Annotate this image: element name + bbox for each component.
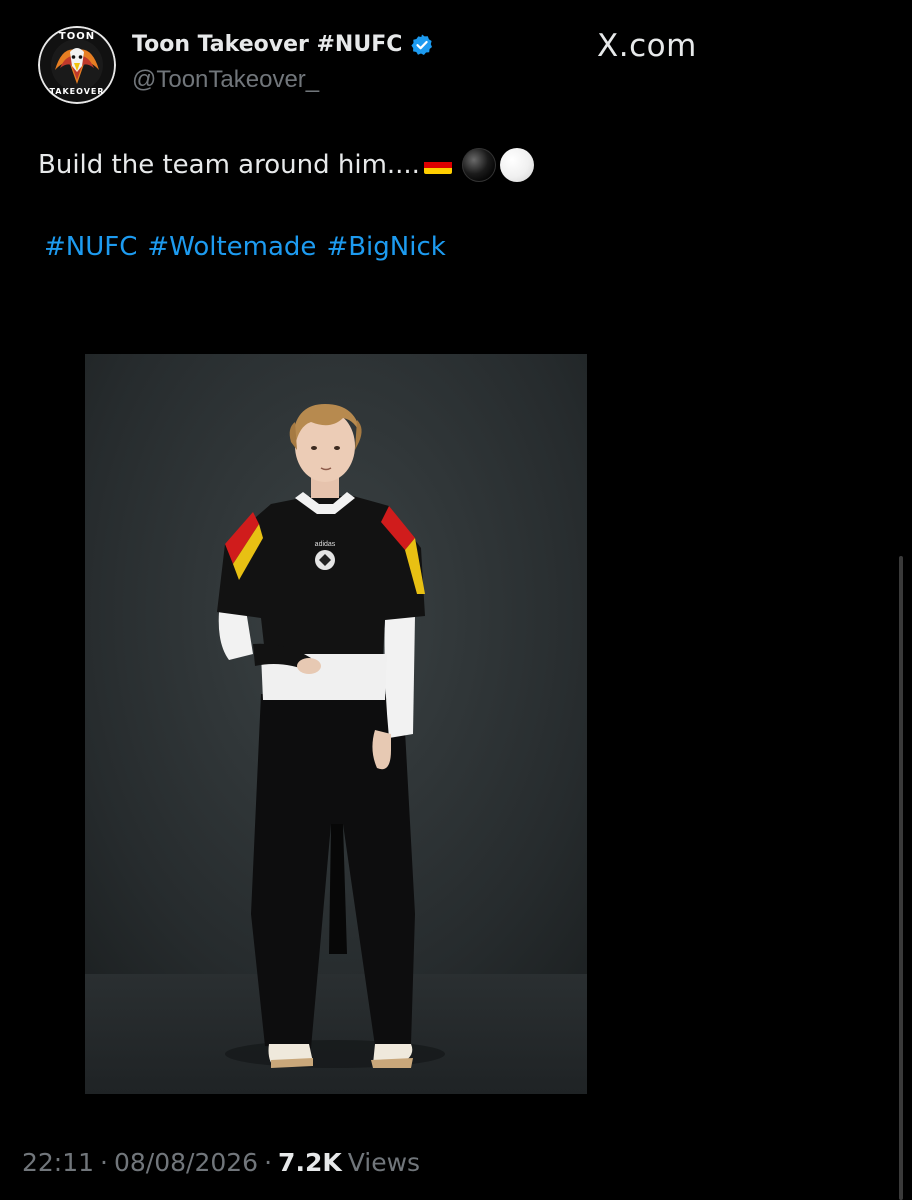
hashtag-link[interactable]: #BigNick	[326, 232, 445, 262]
meta-separator: ·	[100, 1148, 108, 1177]
tweet-body: Build the team around him....	[38, 150, 420, 180]
avatar-ring-bottom-text: TAKEOVER	[49, 87, 105, 96]
tweet-meta: 22:11 · 08/08/2026 · 7.2K Views	[22, 1148, 420, 1177]
views-label: Views	[347, 1148, 421, 1177]
author-name-row: Toon Takeover #NUFC	[132, 32, 434, 57]
black-circle-icon	[461, 148, 496, 182]
adidas-logo-text: adidas	[315, 541, 336, 548]
white-circle-icon	[499, 148, 534, 182]
verified-badge-icon[interactable]	[410, 33, 434, 57]
avatar[interactable]: TOON TAKEOVER	[38, 26, 116, 104]
author-handle[interactable]: @ToonTakeover_	[132, 66, 319, 94]
hashtag-link[interactable]: #NUFC	[44, 232, 137, 262]
avatar-ring-top-text: TOON	[58, 31, 96, 42]
meta-separator: ·	[264, 1148, 273, 1177]
tweet-date[interactable]: 08/08/2026	[114, 1148, 258, 1177]
player-portrait-image: adidas	[85, 354, 587, 1094]
tweet-text: Build the team around him....	[38, 148, 538, 182]
tweet-time[interactable]: 22:11	[22, 1148, 94, 1177]
site-watermark: X.com	[597, 28, 697, 64]
germany-flag-icon	[423, 156, 452, 174]
author-display-name[interactable]: Toon Takeover #NUFC	[132, 32, 402, 57]
hashtag-list: #NUFC #Woltemade #BigNick	[44, 232, 446, 262]
scrollbar-thumb[interactable]	[899, 556, 903, 1200]
views-count[interactable]: 7.2K	[278, 1148, 342, 1177]
hashtag-link[interactable]: #Woltemade	[147, 232, 316, 262]
tweet-photo[interactable]: adidas	[85, 354, 587, 1094]
